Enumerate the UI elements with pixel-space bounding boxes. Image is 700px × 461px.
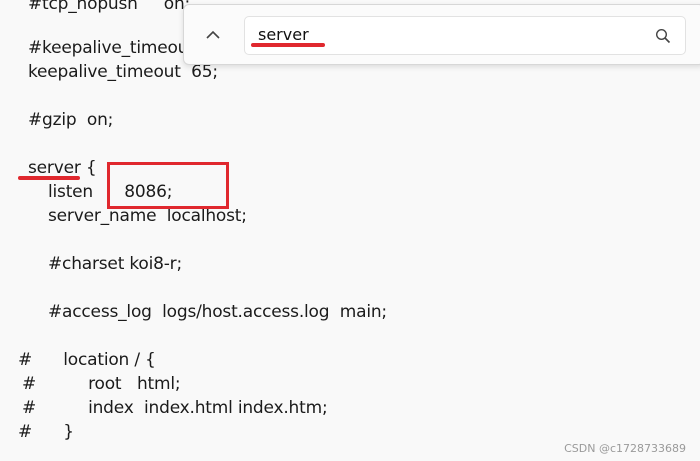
search-query: server [258, 25, 309, 44]
code-line: #keepalive_timeout [28, 38, 195, 58]
chevron-up-icon[interactable] [202, 23, 224, 45]
code-line: #gzip on; [28, 110, 114, 130]
code-line: server_name localhost; [48, 206, 247, 226]
code-line: #access_log logs/host.access.log main; [48, 302, 387, 322]
search-input[interactable]: server [244, 16, 686, 55]
find-bar: server [183, 4, 700, 65]
code-editor[interactable]: #tcp_nopush on; #keepalive_timeout keepa… [0, 0, 700, 461]
code-line: #charset koi8-r; [48, 254, 182, 274]
code-line: # location / { [18, 350, 156, 370]
search-icon[interactable] [653, 26, 673, 46]
watermark: CSDN @c1728733689 [564, 442, 686, 455]
annotation-underline [251, 43, 325, 47]
code-line: # } [18, 422, 74, 442]
code-line: #tcp_nopush on; [28, 0, 191, 14]
annotation-underline [18, 176, 80, 180]
code-line: # root html; [22, 374, 181, 394]
annotation-box [107, 162, 229, 209]
code-line: # index index.html index.htm; [22, 398, 328, 418]
code-line: keepalive_timeout 65; [28, 62, 218, 82]
code-line: server { [28, 158, 97, 178]
